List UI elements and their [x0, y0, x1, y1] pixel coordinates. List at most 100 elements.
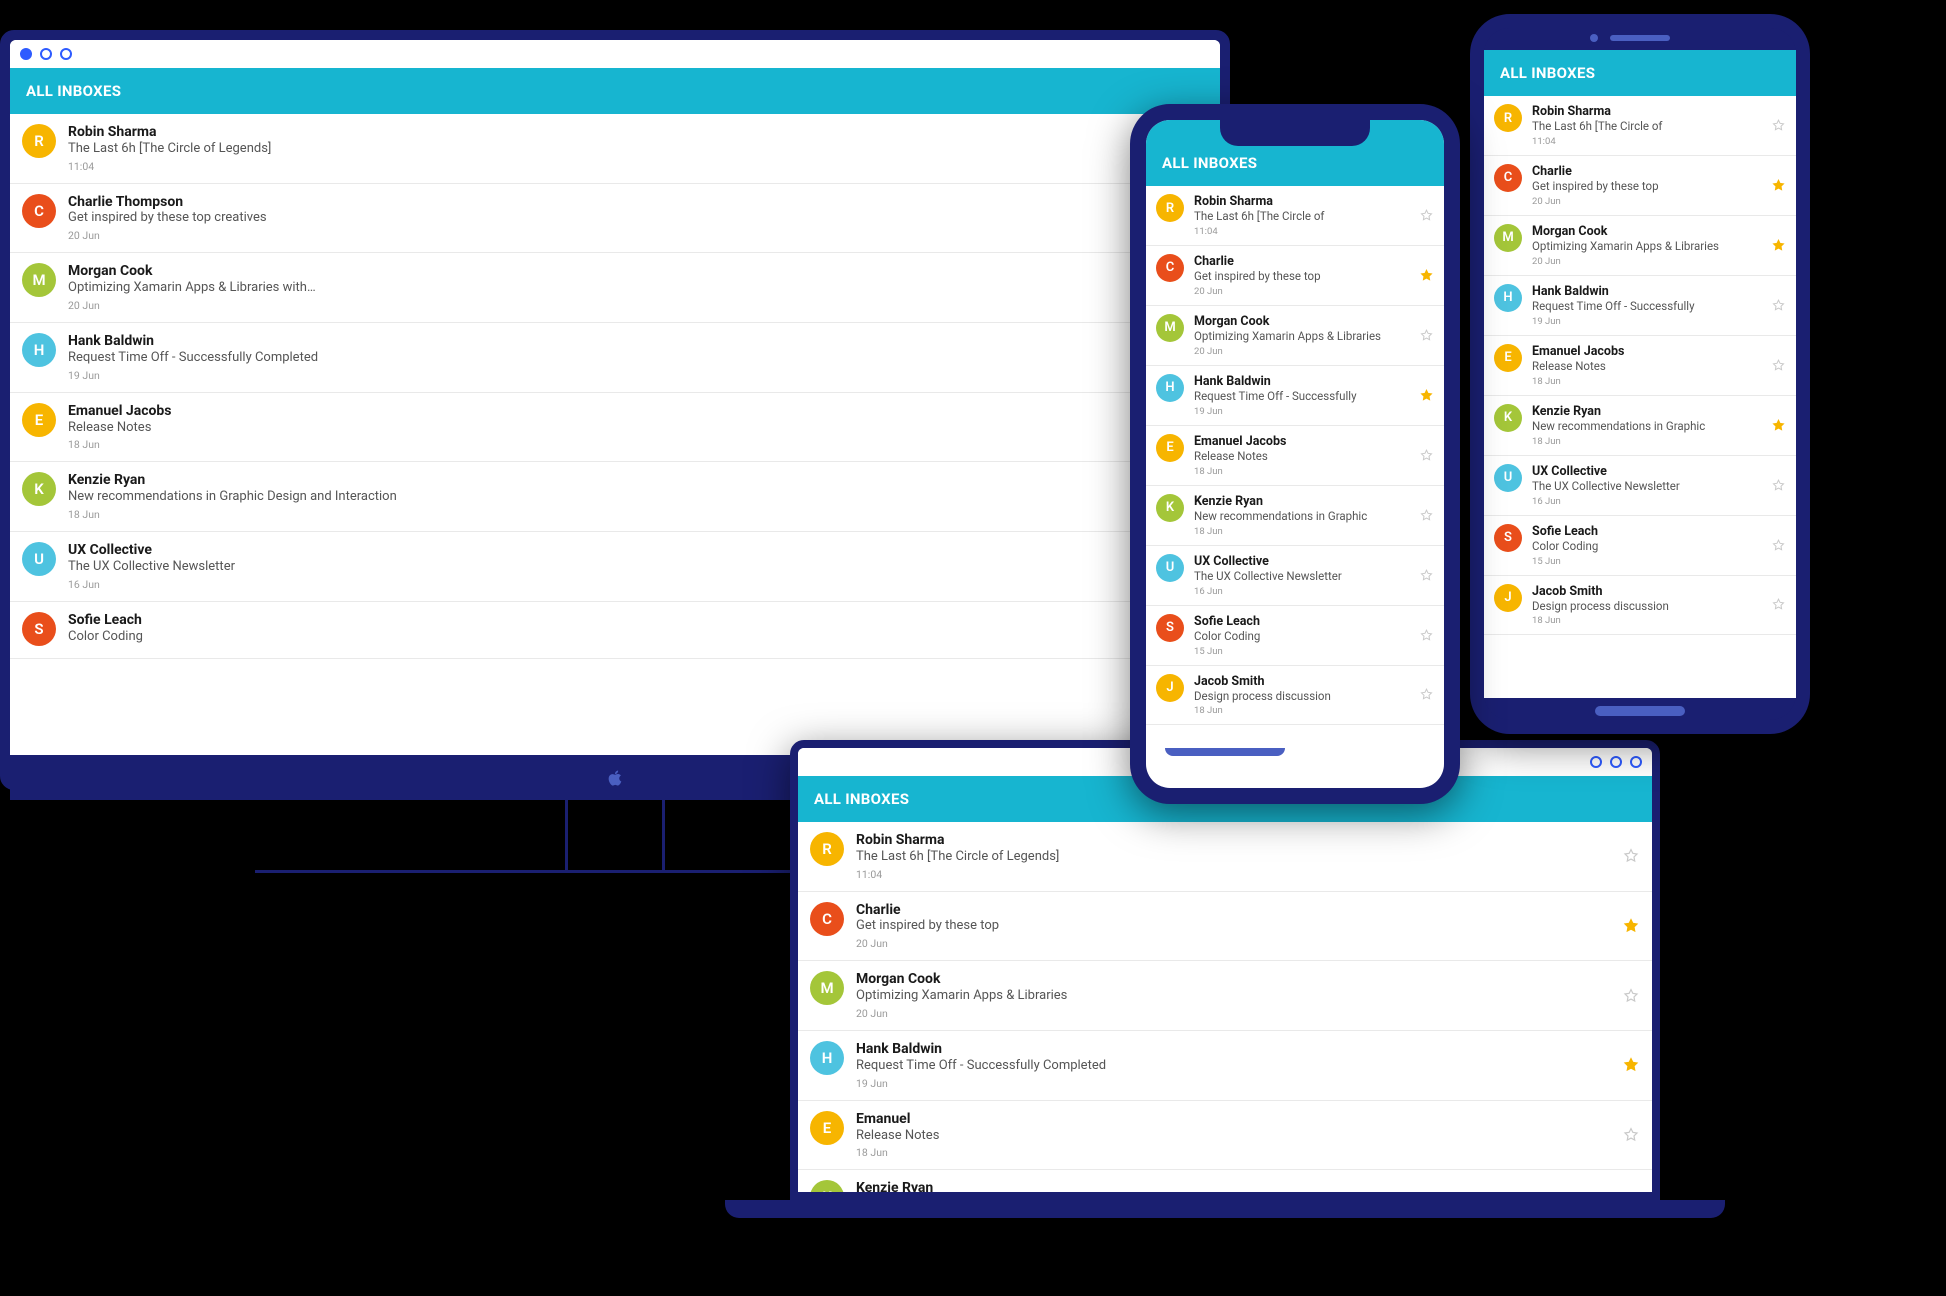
- mail-item[interactable]: M Morgan Cook Optimizing Xamarin Apps & …: [1484, 216, 1796, 276]
- mail-item[interactable]: R Robin Sharma The Last 6h [The Circle o…: [1146, 186, 1444, 246]
- mail-item[interactable]: E Emanuel Jacobs Release Notes 18 Jun: [10, 393, 1220, 463]
- avatar: C: [1494, 164, 1522, 192]
- traffic-light-minimize-icon[interactable]: [40, 48, 52, 60]
- avatar: M: [1494, 224, 1522, 252]
- subject-text: Release Notes: [68, 420, 1208, 437]
- traffic-light-close-icon[interactable]: [20, 48, 32, 60]
- mail-body: Charlie Get inspired by these top 20 Jun: [1532, 164, 1761, 207]
- star-icon[interactable]: [1771, 358, 1786, 373]
- star-icon[interactable]: [1419, 568, 1434, 583]
- subject-text: Optimizing Xamarin Apps & Libraries: [1194, 329, 1409, 344]
- subject-text: New recommendations in Graphic Design an…: [68, 489, 1208, 506]
- subject-text: The UX Collective Newsletter: [1532, 479, 1761, 494]
- avatar: M: [22, 263, 56, 297]
- mail-item[interactable]: U UX Collective The UX Collective Newsle…: [10, 532, 1220, 602]
- sender-name: Hank Baldwin: [856, 1041, 1610, 1058]
- mail-item[interactable]: C Charlie Get inspired by these top 20 J…: [1146, 246, 1444, 306]
- mail-item[interactable]: J Jacob Smith Design process discussion …: [1146, 666, 1444, 726]
- mail-body: Kenzie Ryan New recommendations in Graph…: [68, 472, 1208, 521]
- mail-body: Charlie Thompson Get inspired by these t…: [68, 194, 1208, 243]
- star-icon[interactable]: [1771, 597, 1786, 612]
- star-icon[interactable]: [1771, 478, 1786, 493]
- mail-body: Emanuel Jacobs Release Notes 18 Jun: [1194, 434, 1409, 477]
- star-icon[interactable]: [1771, 178, 1786, 193]
- sender-name: Robin Sharma: [856, 832, 1610, 849]
- mail-item[interactable]: R Robin Sharma The Last 6h [The Circle o…: [798, 822, 1652, 892]
- star-icon[interactable]: [1622, 917, 1640, 935]
- mail-body: UX Collective The UX Collective Newslett…: [68, 542, 1208, 591]
- inbox-header: ALL INBOXES: [1484, 50, 1796, 96]
- subject-text: Release Notes: [1532, 359, 1761, 374]
- mail-item[interactable]: U UX Collective The UX Collective Newsle…: [1484, 456, 1796, 516]
- avatar: C: [1156, 254, 1184, 282]
- mail-item[interactable]: M Morgan Cook Optimizing Xamarin Apps & …: [798, 961, 1652, 1031]
- subject-text: New recommendations in Graphic: [1532, 419, 1761, 434]
- star-icon[interactable]: [1419, 687, 1434, 702]
- mail-item[interactable]: K Kenzie Ryan New recommendations in Gra…: [1146, 486, 1444, 546]
- mail-item[interactable]: U UX Collective The UX Collective Newsle…: [1146, 546, 1444, 606]
- star-icon[interactable]: [1622, 1126, 1640, 1144]
- mail-item[interactable]: C Charlie Get inspired by these top 20 J…: [798, 892, 1652, 962]
- mail-body: Jacob Smith Design process discussion 18…: [1532, 584, 1761, 627]
- star-icon[interactable]: [1622, 1056, 1640, 1074]
- mail-item[interactable]: S Sofie Leach Color Coding 15 Jun: [1146, 606, 1444, 666]
- traffic-light-close-icon[interactable]: [1590, 756, 1602, 768]
- star-icon[interactable]: [1771, 538, 1786, 553]
- star-icon[interactable]: [1771, 118, 1786, 133]
- star-icon[interactable]: [1771, 238, 1786, 253]
- mail-body: Hank Baldwin Request Time Off - Successf…: [1194, 374, 1409, 417]
- mail-item[interactable]: R Robin Sharma The Last 6h [The Circle o…: [10, 114, 1220, 184]
- star-icon[interactable]: [1419, 628, 1434, 643]
- star-icon[interactable]: [1419, 508, 1434, 523]
- subject-text: Get inspired by these top: [856, 918, 1610, 935]
- iphone-device: ALL INBOXES R Robin Sharma The Last 6h […: [1130, 104, 1460, 804]
- star-icon[interactable]: [1419, 268, 1434, 283]
- subject-text: The UX Collective Newsletter: [68, 559, 1208, 576]
- mail-item[interactable]: H Hank Baldwin Request Time Off - Succes…: [1484, 276, 1796, 336]
- mail-item[interactable]: K Kenzie Ryan New recommendations in Gra…: [10, 462, 1220, 532]
- android-home-icon[interactable]: [1595, 706, 1685, 716]
- laptop-base: [725, 1200, 1725, 1218]
- star-icon[interactable]: [1419, 328, 1434, 343]
- star-icon[interactable]: [1622, 847, 1640, 865]
- time-text: 16 Jun: [68, 578, 1208, 591]
- mail-item[interactable]: C Charlie Thompson Get inspired by these…: [10, 184, 1220, 254]
- avatar: H: [1156, 374, 1184, 402]
- mail-item[interactable]: J Jacob Smith Design process discussion …: [1484, 576, 1796, 636]
- mail-item[interactable]: K Kenzie Ryan New recommendations in Gra…: [798, 1170, 1652, 1192]
- mail-item[interactable]: S Sofie Leach Color Coding: [10, 602, 1220, 659]
- traffic-light-maximize-icon[interactable]: [60, 48, 72, 60]
- star-icon[interactable]: [1419, 388, 1434, 403]
- mail-item[interactable]: M Morgan Cook Optimizing Xamarin Apps & …: [1146, 306, 1444, 366]
- star-icon[interactable]: [1771, 418, 1786, 433]
- mail-body: Charlie Get inspired by these top 20 Jun: [856, 902, 1610, 951]
- time-text: 16 Jun: [1532, 496, 1761, 507]
- mail-item[interactable]: E Emanuel Jacobs Release Notes 18 Jun: [1484, 336, 1796, 396]
- sender-name: Charlie: [1194, 254, 1409, 269]
- mail-item[interactable]: H Hank Baldwin Request Time Off - Succes…: [10, 323, 1220, 393]
- sender-name: Jacob Smith: [1532, 584, 1761, 599]
- time-text: 20 Jun: [1532, 256, 1761, 267]
- subject-text: Release Notes: [856, 1128, 1610, 1145]
- mail-item[interactable]: E Emanuel Jacobs Release Notes 18 Jun: [1146, 426, 1444, 486]
- mail-body: Sofie Leach Color Coding 15 Jun: [1532, 524, 1761, 567]
- mail-item[interactable]: M Morgan Cook Optimizing Xamarin Apps & …: [10, 253, 1220, 323]
- subject-text: Request Time Off - Successfully Complete…: [856, 1058, 1610, 1075]
- mail-body: Sofie Leach Color Coding: [68, 612, 1208, 648]
- star-icon[interactable]: [1419, 208, 1434, 223]
- mail-body: Jacob Smith Design process discussion 18…: [1194, 674, 1409, 717]
- mail-item[interactable]: H Hank Baldwin Request Time Off - Succes…: [798, 1031, 1652, 1101]
- mail-item[interactable]: H Hank Baldwin Request Time Off - Succes…: [1146, 366, 1444, 426]
- mail-item[interactable]: E Emanuel Release Notes 18 Jun: [798, 1101, 1652, 1171]
- star-icon[interactable]: [1622, 987, 1640, 1005]
- star-icon[interactable]: [1771, 298, 1786, 313]
- subject-text: The Last 6h [The Circle of: [1194, 209, 1409, 224]
- avatar: H: [22, 333, 56, 367]
- mail-item[interactable]: S Sofie Leach Color Coding 15 Jun: [1484, 516, 1796, 576]
- mail-item[interactable]: C Charlie Get inspired by these top 20 J…: [1484, 156, 1796, 216]
- mail-item[interactable]: K Kenzie Ryan New recommendations in Gra…: [1484, 396, 1796, 456]
- traffic-light-maximize-icon[interactable]: [1630, 756, 1642, 768]
- traffic-light-minimize-icon[interactable]: [1610, 756, 1622, 768]
- star-icon[interactable]: [1419, 448, 1434, 463]
- mail-item[interactable]: R Robin Sharma The Last 6h [The Circle o…: [1484, 96, 1796, 156]
